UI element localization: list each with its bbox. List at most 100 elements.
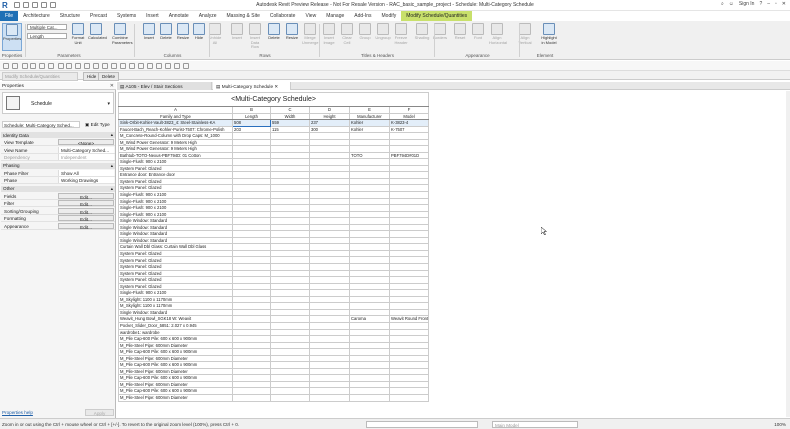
property-value-appearance[interactable]: Edit...: [58, 222, 114, 230]
tab-add-ins[interactable]: Add-Ins: [349, 11, 376, 21]
tab-collaborate[interactable]: Collaborate: [265, 11, 301, 21]
chevron-down-icon[interactable]: ▾: [107, 101, 110, 107]
ribbon-button-freeze-header-17[interactable]: Freeze Header: [393, 23, 409, 45]
design-option-selector[interactable]: Main Model: [492, 421, 578, 428]
table-cell[interactable]: Weavit Round Front: [388, 315, 430, 323]
property-value-sorting-grouping[interactable]: Edit...: [58, 207, 114, 215]
properties-button[interactable]: Properties: [2, 23, 22, 51]
ribbon-button-combine-parameters-2[interactable]: Combine Parameters: [112, 23, 133, 45]
type-selector-box[interactable]: Schedule ▾: [2, 92, 114, 114]
table-cell[interactable]: [232, 394, 271, 402]
parameter-selector[interactable]: Length: [27, 33, 67, 39]
table-cell[interactable]: [270, 394, 310, 402]
schedule-title[interactable]: <Multi-Category Schedule>: [117, 92, 430, 107]
ribbon-button-delete-10[interactable]: Delete: [266, 23, 282, 41]
tab-modify[interactable]: Modify: [377, 11, 402, 21]
table-cell[interactable]: [388, 394, 430, 402]
section-other[interactable]: Other ▴: [1, 185, 115, 192]
tab-precast[interactable]: Precast: [85, 11, 112, 21]
collapse-icon[interactable]: ▴: [111, 132, 113, 138]
ribbon-button-resize-5[interactable]: Resize: [175, 23, 191, 41]
property-value-filter[interactable]: Edit...: [58, 200, 114, 207]
toolbar-tool-icon[interactable]: [156, 63, 162, 69]
toolbar-tool-icon[interactable]: [102, 63, 108, 69]
ribbon-button-font-21[interactable]: Font: [470, 23, 486, 41]
edit-type-button[interactable]: ▣ Edit Type: [84, 121, 114, 128]
type-selector[interactable]: Multiple Cat...: [27, 24, 67, 30]
property-value-view-name[interactable]: Multi-Category Sched...: [58, 146, 114, 153]
tab-massing-site[interactable]: Massing & Site: [222, 11, 265, 21]
toolbar-tool-icon[interactable]: [66, 63, 72, 69]
tab-architecture[interactable]: Architecture: [18, 11, 55, 21]
tab-systems[interactable]: Systems: [112, 11, 141, 21]
toolbar-tool-icon[interactable]: [165, 63, 171, 69]
property-value-view-template[interactable]: <None>: [58, 139, 114, 146]
toolbar-tool-icon[interactable]: [39, 63, 45, 69]
ribbon-button-ungroup-16[interactable]: Ungroup: [375, 23, 391, 41]
ribbon-button-hide-6[interactable]: Hide: [191, 23, 207, 41]
table-cell[interactable]: [309, 394, 350, 402]
ribbon-button-delete-4[interactable]: Delete: [158, 23, 174, 41]
worksets-field[interactable]: [366, 421, 478, 428]
ribbon-button-highlight-in-model-24[interactable]: Highlight in Model: [541, 23, 557, 45]
ribbon-button-resize-11[interactable]: Resize: [284, 23, 300, 41]
minimize-button[interactable]: –: [767, 1, 770, 7]
ribbon-button-align-horizontal-22[interactable]: Align Horizontal: [489, 23, 507, 45]
ribbon-button-clear-cell-14[interactable]: Clear Cell: [339, 23, 355, 45]
tab-manage[interactable]: Manage: [321, 11, 349, 21]
tab-analyze[interactable]: Analyze: [194, 11, 222, 21]
toolbar-tool-icon[interactable]: [30, 63, 36, 69]
property-value-fields[interactable]: Edit...: [58, 192, 114, 200]
toolbar-tool-icon[interactable]: [138, 63, 144, 69]
ribbon-button-insert-data-row-9[interactable]: Insert Data Row: [247, 23, 263, 50]
tab-modify-schedule-quantities[interactable]: Modify Schedule/Quantities: [401, 11, 473, 21]
toolbar-tool-icon[interactable]: [183, 63, 189, 69]
table-cell[interactable]: [349, 394, 390, 402]
property-value-formatting[interactable]: Edit...: [58, 215, 114, 222]
toolbar-tool-icon[interactable]: [129, 63, 135, 69]
tab-structure[interactable]: Structure: [55, 11, 85, 21]
toolbar-tool-icon[interactable]: [84, 63, 90, 69]
view-tab-multi-category-schedule[interactable]: ▤ Multi-Category Schedule ✕: [213, 82, 291, 90]
search-icon[interactable]: ⌕: [721, 1, 724, 7]
table-row[interactable]: M_Pile-Steel Pipe: 600mm Diameter: [118, 394, 430, 402]
table-cell[interactable]: M_Concrete-Round-Column with Drop Caps: …: [118, 132, 233, 140]
toolbar-tool-icon[interactable]: [120, 63, 126, 69]
close-icon[interactable]: ✕: [273, 84, 278, 89]
ribbon-button-format-unit-0[interactable]: Format Unit: [70, 23, 86, 45]
instance-selector[interactable]: Schedule: Multi-Category Sched...: [2, 121, 80, 128]
table-cell[interactable]: Faucet-Bach_Reach-Kohler-Purist-7507: Ch…: [118, 125, 233, 134]
table-cell[interactable]: M_Pile-Steel Pipe: 600mm Diameter: [118, 394, 233, 402]
help-icon[interactable]: ?: [759, 1, 762, 7]
ribbon-button-insert-image-13[interactable]: Insert Image: [321, 23, 337, 45]
toolbar-tool-icon[interactable]: [3, 63, 9, 69]
close-icon[interactable]: ✕: [110, 83, 114, 89]
property-value-phase[interactable]: Working Drawings: [58, 177, 114, 183]
property-value-phase-filter[interactable]: Show All: [58, 169, 114, 176]
ribbon-button-reset-20[interactable]: Reset: [452, 23, 468, 41]
toolbar-tool-icon[interactable]: [111, 63, 117, 69]
tab-file[interactable]: File: [0, 11, 19, 21]
ribbon-button-insert-8[interactable]: Insert: [229, 23, 245, 41]
maximize-button[interactable]: ▫: [775, 1, 777, 7]
toolbar-tool-icon[interactable]: [147, 63, 153, 69]
ribbon-button-group-15[interactable]: Group: [357, 23, 373, 41]
toolbar-tool-icon[interactable]: [22, 63, 28, 69]
toolbar-tool-icon[interactable]: [58, 63, 64, 69]
toolbar-tool-icon[interactable]: [174, 63, 180, 69]
close-button[interactable]: ✕: [782, 1, 786, 7]
user-icon[interactable]: ☺: [729, 1, 734, 7]
toolbar-tool-icon[interactable]: [93, 63, 99, 69]
tab-insert[interactable]: Insert: [141, 11, 164, 21]
toolbar-tool-icon[interactable]: [12, 63, 18, 69]
apply-button[interactable]: Apply: [85, 409, 114, 416]
ribbon-button-shading-18[interactable]: Shading: [414, 23, 430, 41]
sign-in-link[interactable]: Sign In: [739, 1, 755, 7]
section-identity-data[interactable]: Identity Data ▴: [1, 132, 115, 138]
delete-button[interactable]: Delete: [98, 72, 120, 81]
vertical-scrollbar[interactable]: [786, 91, 790, 417]
ribbon-button-calculated-1[interactable]: Calculated: [88, 23, 107, 41]
tab-annotate[interactable]: Annotate: [164, 11, 194, 21]
view-tab-a105-elev-stair-sections[interactable]: ▤ A105 - Elev / Stair Sections: [117, 82, 212, 90]
collapse-icon[interactable]: ▴: [111, 186, 113, 192]
